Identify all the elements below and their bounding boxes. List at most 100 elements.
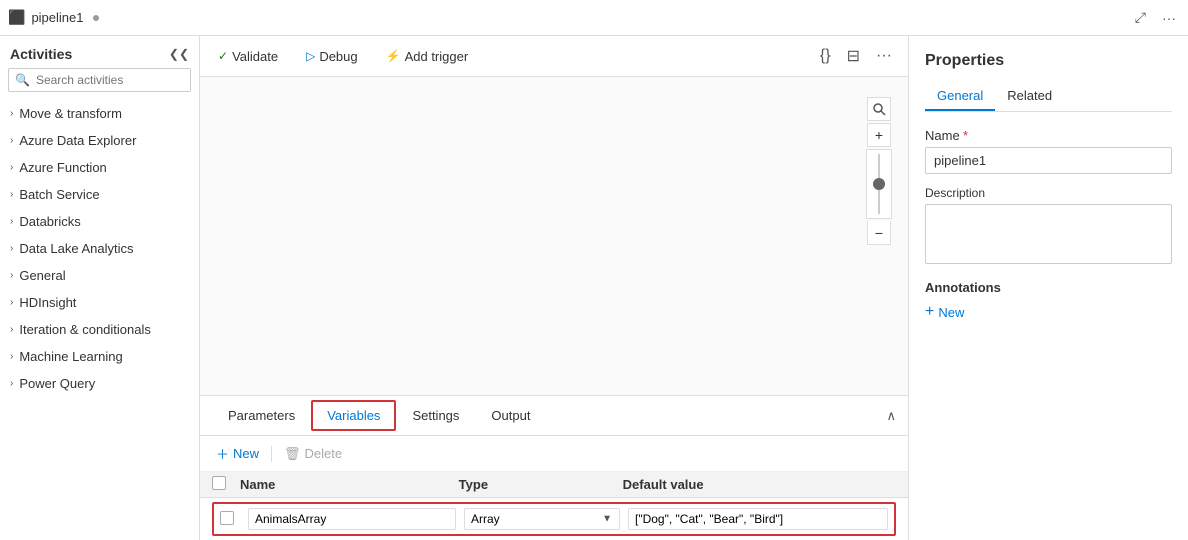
sidebar-item-label: General — [19, 268, 65, 283]
row-check-col — [220, 511, 248, 528]
validate-icon: ✓ — [218, 49, 228, 63]
zoom-controls: + − — [866, 97, 892, 245]
sidebar-item-data-lake-analytics[interactable]: › Data Lake Analytics — [0, 235, 199, 262]
tabs-row: Parameters Variables Settings Output ∧ — [200, 396, 908, 436]
canvas-area[interactable]: + − — [200, 77, 908, 395]
sidebar-item-power-query[interactable]: › Power Query — [0, 370, 199, 397]
content-area: + − Parameters Variables Settings Outp — [200, 77, 908, 540]
top-bar: ⬛ pipeline1 ⤢ ··· — [0, 0, 1188, 36]
variable-type-select[interactable]: Array String Boolean Integer Float — [464, 508, 620, 530]
header-name: Name — [240, 477, 459, 492]
sidebar-item-batch-service[interactable]: › Batch Service — [0, 181, 199, 208]
chevron-icon: › — [10, 108, 13, 119]
new-variable-button[interactable]: ＋ New — [212, 442, 263, 465]
tab-output[interactable]: Output — [475, 400, 546, 433]
variable-name-input[interactable] — [248, 508, 456, 530]
search-icon: 🔍 — [15, 73, 30, 87]
chevron-icon: › — [10, 135, 13, 146]
sidebar-item-hdinsight[interactable]: › HDInsight — [0, 289, 199, 316]
chevron-icon: › — [10, 162, 13, 173]
tabs-collapse-icon[interactable]: ∧ — [886, 408, 896, 424]
chevron-icon: › — [10, 324, 13, 335]
toolbar-divider — [271, 446, 272, 462]
pipeline-title: pipeline1 — [31, 10, 83, 25]
tab-variables[interactable]: Variables — [311, 400, 396, 431]
zoom-in-button[interactable]: + — [867, 123, 891, 147]
new-label: New — [233, 446, 259, 461]
sidebar-item-move-transform[interactable]: › Move & transform — [0, 100, 199, 127]
trigger-icon: ⚡ — [386, 49, 401, 63]
properties-title: Properties — [925, 52, 1172, 70]
zoom-slider[interactable] — [866, 149, 892, 219]
search-input[interactable] — [36, 73, 184, 87]
zoom-out-button[interactable]: − — [867, 221, 891, 245]
new-annotation-label: New — [938, 305, 964, 320]
sidebar-item-label: Machine Learning — [19, 349, 122, 364]
description-textarea[interactable] — [925, 204, 1172, 264]
add-trigger-button[interactable]: ⚡ Add trigger — [380, 45, 475, 68]
validate-button[interactable]: ✓ Validate — [212, 45, 284, 68]
search-zoom-button[interactable] — [867, 97, 891, 121]
toolbar: ✓ Validate ▷ Debug ⚡ Add trigger {} ⊟ ··… — [200, 36, 908, 77]
toolbar-right: {} ⊟ ··· — [816, 42, 896, 70]
header-check-col — [212, 476, 240, 493]
sidebar-item-general[interactable]: › General — [0, 262, 199, 289]
chevron-icon: › — [10, 378, 13, 389]
collapse-icon[interactable]: ❮❮ — [169, 47, 189, 61]
header-default: Default value — [623, 477, 896, 492]
table-header: Name Type Default value — [200, 472, 908, 498]
pipeline-icon: ⬛ — [8, 9, 25, 26]
properties-tabs: General Related — [925, 82, 1172, 112]
sidebar-item-label: Azure Data Explorer — [19, 133, 136, 148]
sidebar-item-azure-data-explorer[interactable]: › Azure Data Explorer — [0, 127, 199, 154]
select-all-checkbox[interactable] — [212, 476, 226, 490]
sidebar-item-label: Azure Function — [19, 160, 106, 175]
validate-label: Validate — [232, 49, 278, 64]
sidebar-item-iteration-conditionals[interactable]: › Iteration & conditionals — [0, 316, 199, 343]
grid-icon[interactable]: ⊟ — [843, 42, 864, 70]
more-options-icon[interactable]: ··· — [1158, 8, 1180, 28]
sidebar-item-label: Power Query — [19, 376, 95, 391]
debug-label: Debug — [319, 49, 357, 64]
sidebar-item-label: Data Lake Analytics — [19, 241, 133, 256]
pipeline-name-input[interactable] — [925, 147, 1172, 174]
expand-icon[interactable]: ⤢ — [1131, 7, 1150, 28]
table-rows: Array String Boolean Integer Float ▼ — [200, 498, 908, 540]
chevron-icon: › — [10, 270, 13, 281]
sidebar-title: Activities — [10, 46, 72, 62]
row-default-col — [628, 508, 888, 530]
more-icon[interactable]: ··· — [872, 43, 896, 69]
new-annotation-button[interactable]: + New — [925, 303, 964, 321]
sidebar-item-label: Databricks — [19, 214, 80, 229]
debug-icon: ▷ — [306, 49, 315, 63]
variable-default-input[interactable] — [628, 508, 888, 530]
row-type-col: Array String Boolean Integer Float ▼ — [464, 508, 628, 530]
tab-settings[interactable]: Settings — [396, 400, 475, 433]
sidebar-item-machine-learning[interactable]: › Machine Learning — [0, 343, 199, 370]
table-row: Array String Boolean Integer Float ▼ — [212, 502, 896, 536]
required-asterisk: * — [963, 128, 968, 143]
prop-tab-general[interactable]: General — [925, 82, 995, 111]
debug-button[interactable]: ▷ Debug — [300, 45, 364, 68]
row-name-col — [248, 508, 464, 530]
annotations-section: Annotations + New — [925, 280, 1172, 321]
name-label: Name * — [925, 128, 1172, 143]
unsaved-dot — [93, 15, 99, 21]
chevron-icon: › — [10, 297, 13, 308]
description-label: Description — [925, 186, 1172, 200]
prop-tab-related[interactable]: Related — [995, 82, 1064, 111]
sidebar-header: Activities ❮❮ — [0, 36, 199, 68]
row-checkbox[interactable] — [220, 511, 234, 525]
tab-parameters[interactable]: Parameters — [212, 400, 311, 433]
delete-variable-button[interactable]: 🗑 Delete — [280, 444, 346, 464]
plus-icon: ＋ — [216, 444, 229, 463]
chevron-icon: › — [10, 189, 13, 200]
sidebar-item-azure-function[interactable]: › Azure Function — [0, 154, 199, 181]
code-icon[interactable]: {} — [816, 43, 835, 69]
delete-label: Delete — [305, 446, 343, 461]
sidebar-item-databricks[interactable]: › Databricks — [0, 208, 199, 235]
sidebar-icons: ❮❮ — [169, 47, 189, 61]
delete-icon: 🗑 — [284, 446, 301, 462]
panel-toolbar: ＋ New 🗑 Delete — [200, 436, 908, 472]
sidebar-item-label: HDInsight — [19, 295, 76, 310]
